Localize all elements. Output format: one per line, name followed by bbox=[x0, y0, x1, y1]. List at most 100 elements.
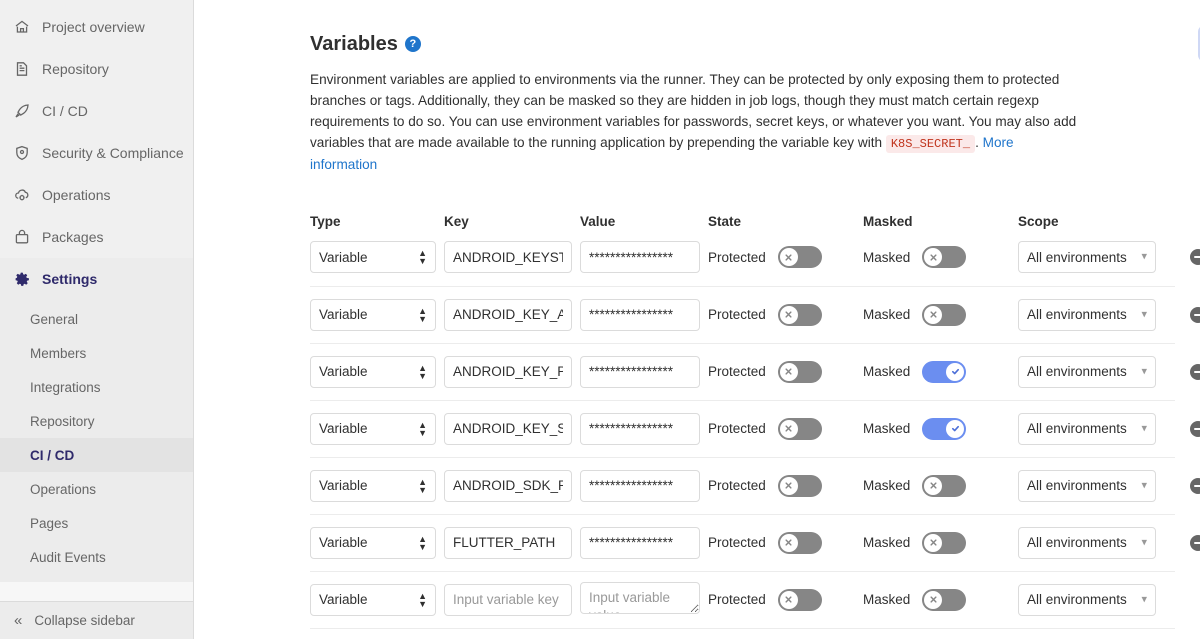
variable-value-input[interactable] bbox=[580, 412, 700, 445]
minus-icon bbox=[1194, 484, 1200, 487]
sidebar: Project overview Repository CI / CD Securit… bbox=[0, 0, 194, 639]
variable-key-cell bbox=[444, 355, 572, 388]
variable-type-select[interactable]: Variable bbox=[310, 355, 436, 388]
sidebar-item-label: Project overview bbox=[42, 19, 145, 35]
table-row: Variable▲▼ Protected Masked ▾ bbox=[310, 229, 1200, 286]
cross-icon bbox=[779, 590, 798, 609]
variable-value-input[interactable] bbox=[580, 298, 700, 331]
minus-icon bbox=[1194, 313, 1200, 316]
variable-key-input[interactable] bbox=[444, 298, 572, 331]
column-header-value: Value bbox=[580, 213, 616, 229]
masked-toggle[interactable] bbox=[922, 474, 967, 497]
remove-variable-button[interactable] bbox=[1190, 534, 1200, 551]
protected-toggle[interactable] bbox=[777, 246, 822, 269]
cross-icon bbox=[924, 590, 943, 609]
sidebar-subitem-members[interactable]: Members bbox=[0, 336, 193, 370]
variable-type-select[interactable]: Variable bbox=[310, 241, 436, 274]
variable-key-input[interactable] bbox=[444, 241, 572, 274]
gear-icon bbox=[14, 271, 30, 287]
check-icon bbox=[946, 419, 965, 438]
question-circle-icon[interactable]: ? bbox=[404, 36, 421, 52]
variable-masked-cell: Masked bbox=[863, 246, 1013, 269]
variable-scope-dropdown[interactable] bbox=[1018, 526, 1156, 559]
sidebar-subitem-ci-cd[interactable]: CI / CD bbox=[0, 438, 193, 472]
variable-key-input[interactable] bbox=[444, 469, 572, 502]
variable-type-select[interactable]: Variable bbox=[310, 412, 436, 445]
sidebar-item-security-compliance[interactable]: Security & Compliance bbox=[0, 132, 193, 174]
sidebar-item-ci-cd[interactable]: CI / CD bbox=[0, 90, 193, 132]
variable-scope-cell: ▾ bbox=[1018, 355, 1156, 388]
sidebar-item-repository[interactable]: Repository bbox=[0, 48, 193, 90]
protected-toggle[interactable] bbox=[777, 531, 822, 554]
variable-scope-dropdown[interactable] bbox=[1018, 241, 1156, 274]
sidebar-subitem-pages[interactable]: Pages bbox=[0, 506, 193, 540]
masked-label: Masked bbox=[863, 592, 911, 608]
variable-type-cell: Variable ▲ ▼ bbox=[310, 241, 436, 274]
variable-key-input[interactable] bbox=[444, 412, 572, 445]
masked-toggle[interactable] bbox=[922, 588, 967, 611]
variable-value-input[interactable] bbox=[580, 241, 700, 274]
masked-toggle[interactable] bbox=[922, 417, 967, 440]
sidebar-item-operations[interactable]: Operations bbox=[0, 174, 193, 216]
remove-variable-button[interactable] bbox=[1190, 477, 1200, 494]
sidebar-subitem-audit-events[interactable]: Audit Events bbox=[0, 540, 193, 574]
protected-toggle[interactable] bbox=[777, 588, 822, 611]
cross-icon bbox=[779, 248, 798, 267]
protected-label: Protected bbox=[708, 478, 766, 494]
masked-toggle[interactable] bbox=[922, 303, 967, 326]
sidebar-item-settings[interactable]: Settings bbox=[0, 258, 193, 300]
sidebar-subitem-general[interactable]: General bbox=[0, 302, 193, 336]
protected-toggle[interactable] bbox=[777, 303, 822, 326]
variable-value-input[interactable] bbox=[580, 469, 700, 502]
protected-toggle[interactable] bbox=[777, 417, 822, 440]
variable-value-input[interactable] bbox=[580, 526, 700, 559]
variable-scope-dropdown[interactable] bbox=[1018, 355, 1156, 388]
variable-type-select[interactable]: Variable bbox=[310, 469, 436, 502]
variable-type-select[interactable]: Variable bbox=[310, 298, 436, 331]
cross-icon bbox=[779, 305, 798, 324]
cross-icon bbox=[924, 305, 943, 324]
variable-key-input[interactable] bbox=[444, 583, 572, 616]
sidebar-subitem-integrations[interactable]: Integrations bbox=[0, 370, 193, 404]
column-header-scope: Scope bbox=[1018, 213, 1059, 229]
variable-scope-cell: ▾ bbox=[1018, 241, 1156, 274]
column-header-key: Key bbox=[444, 213, 469, 229]
remove-variable-button[interactable] bbox=[1190, 306, 1200, 323]
variable-key-input[interactable] bbox=[444, 355, 572, 388]
sidebar-subitem-operations[interactable]: Operations bbox=[0, 472, 193, 506]
variable-key-cell bbox=[444, 298, 572, 331]
collapse-sidebar-button[interactable]: « Collapse sidebar bbox=[0, 601, 193, 639]
variable-scope-cell: ▾ bbox=[1018, 526, 1156, 559]
variable-masked-cell: Masked bbox=[863, 417, 1013, 440]
masked-toggle[interactable] bbox=[922, 246, 967, 269]
variable-value-input[interactable] bbox=[580, 355, 700, 388]
cross-icon bbox=[779, 362, 798, 381]
variable-scope-dropdown[interactable] bbox=[1018, 298, 1156, 331]
protected-label: Protected bbox=[708, 421, 766, 437]
variable-key-cell bbox=[444, 469, 572, 502]
remove-variable-button[interactable] bbox=[1190, 249, 1200, 266]
variable-actions-cell bbox=[1178, 420, 1200, 437]
protected-toggle[interactable] bbox=[777, 360, 822, 383]
masked-toggle[interactable] bbox=[922, 531, 967, 554]
table-row: Variable▲▼ Protected Masked ▾ bbox=[310, 570, 1175, 628]
protected-label: Protected bbox=[708, 535, 766, 551]
variable-key-input[interactable] bbox=[444, 526, 572, 559]
variable-type-cell: Variable ▲ ▼ bbox=[310, 469, 436, 502]
variable-value-textarea[interactable] bbox=[580, 582, 700, 615]
variable-type-select[interactable]: Variable bbox=[310, 526, 436, 559]
remove-variable-button[interactable] bbox=[1190, 420, 1200, 437]
variable-actions-cell bbox=[1178, 363, 1200, 380]
variable-value-cell bbox=[580, 355, 700, 388]
sidebar-subitem-repository[interactable]: Repository bbox=[0, 404, 193, 438]
protected-toggle[interactable] bbox=[777, 474, 822, 497]
remove-variable-button[interactable] bbox=[1190, 363, 1200, 380]
sidebar-item-packages[interactable]: Packages bbox=[0, 216, 193, 258]
variable-key-cell bbox=[444, 583, 572, 616]
masked-toggle[interactable] bbox=[922, 360, 967, 383]
sidebar-item-project-overview[interactable]: Project overview bbox=[0, 6, 193, 48]
variable-scope-dropdown[interactable] bbox=[1018, 469, 1156, 502]
variable-scope-dropdown[interactable] bbox=[1018, 583, 1156, 616]
variable-type-select[interactable]: Variable bbox=[310, 583, 436, 616]
variable-scope-dropdown[interactable] bbox=[1018, 412, 1156, 445]
